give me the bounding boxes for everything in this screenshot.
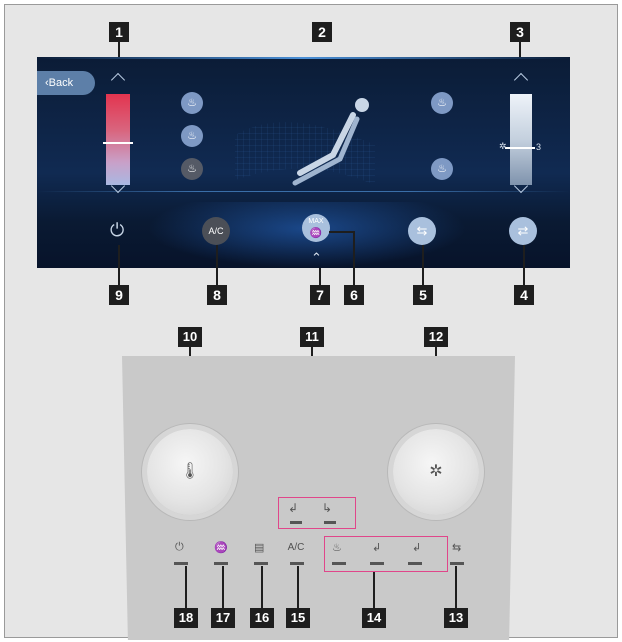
callout-6: 6	[344, 285, 364, 305]
callout-15: 15	[286, 608, 310, 628]
callout-12: 12	[424, 327, 448, 347]
max-defrost-icon[interactable]: ♒	[214, 541, 228, 554]
max-defrost-led	[214, 562, 228, 565]
callout-line-14	[373, 572, 375, 608]
fan-level-value: 3	[536, 142, 542, 152]
temp-up-icon[interactable]	[110, 72, 126, 88]
recirculation-led	[450, 562, 464, 565]
fan-icon: ✲	[499, 141, 507, 151]
recirculation-button[interactable]: ⇆	[408, 217, 436, 245]
seat-ventilation-led	[332, 562, 346, 565]
seat-heating-led	[370, 562, 384, 565]
seat-ventilation-icon[interactable]: ♨	[332, 541, 342, 554]
callout-17: 17	[211, 608, 235, 628]
callout-4: 4	[514, 285, 534, 305]
callout-10: 10	[178, 327, 202, 347]
callout-line-5	[422, 245, 424, 285]
callout-11: 11	[300, 327, 324, 347]
seat-heating-right-icon[interactable]: ♨	[431, 92, 453, 114]
temperature-knob[interactable]: 🌡	[147, 429, 233, 515]
callout-line-4	[523, 245, 525, 285]
ac-button[interactable]: A/C	[202, 217, 230, 245]
callout-line-8	[216, 245, 218, 285]
highlight-seat-row	[324, 536, 448, 572]
callout-3: 3	[510, 22, 530, 42]
seat-ventilation-icon[interactable]: ♨	[181, 158, 203, 180]
fan-icon: ✲	[429, 463, 443, 480]
callout-line-6	[353, 232, 355, 285]
max-label: MAX	[308, 218, 324, 225]
seat-heating-rear-icon[interactable]: ↲	[412, 541, 421, 554]
callout-line-7	[319, 268, 321, 285]
seat-heating-icon[interactable]: ↲	[372, 541, 381, 554]
seat-heating-driver-icon[interactable]: ↲	[288, 501, 298, 515]
callout-14: 14	[362, 608, 386, 628]
fan-speed-knob[interactable]: ✲	[393, 429, 479, 515]
callout-line-16	[261, 566, 263, 608]
callout-line-15	[297, 566, 299, 608]
max-defrost-button[interactable]: MAX ♒	[302, 214, 330, 242]
callout-16: 16	[250, 608, 274, 628]
thermometer-icon: 🌡	[179, 463, 201, 480]
callout-line-13	[455, 566, 457, 608]
callout-line-18	[185, 566, 187, 608]
callout-line-9	[118, 245, 120, 285]
power-icon[interactable]: ⏻	[175, 541, 184, 554]
occupant-head	[355, 98, 369, 112]
fan-up-icon[interactable]	[513, 72, 529, 88]
seat-heating-rear-led	[408, 562, 422, 565]
seat-ventilation-right-icon[interactable]: ♨	[431, 158, 453, 180]
callout-7: 7	[310, 285, 330, 305]
ac-led	[290, 562, 304, 565]
callout-1: 1	[109, 22, 129, 42]
fan-speed-slider[interactable]	[510, 94, 532, 185]
rear-defrost-icon[interactable]: ▤	[254, 541, 264, 554]
temperature-slider[interactable]	[106, 94, 130, 185]
temperature-slider-marker[interactable]	[103, 142, 133, 144]
callout-line-17	[222, 566, 224, 608]
callout-8: 8	[207, 285, 227, 305]
power-icon[interactable]: ⏻	[110, 221, 124, 239]
airflow-direction-icon[interactable]: ⌃	[311, 250, 322, 266]
callout-13: 13	[444, 608, 468, 628]
seat-heating-driver-led	[290, 521, 302, 524]
rear-defrost-led	[254, 562, 268, 565]
callout-5: 5	[413, 285, 433, 305]
climate-touchscreen: ‹Back ♨ ♨ ♨ ♨ ♨ ✲ 3 ⏻ A/C MAX ♒ ⌃ ⇆ ⇄	[37, 57, 570, 268]
fan-speed-marker[interactable]	[505, 147, 535, 149]
seat-heating-passenger-led	[324, 521, 336, 524]
seat-heating-icon[interactable]: ♨	[181, 92, 203, 114]
defrost-icon: ♒	[309, 228, 323, 239]
recirculation-icon[interactable]: ⇆	[452, 541, 461, 554]
callout-18: 18	[174, 608, 198, 628]
callout-line-6-h	[329, 231, 355, 233]
screen-top-accent	[37, 57, 570, 59]
fresh-air-button[interactable]: ⇄	[509, 217, 537, 245]
callout-9: 9	[109, 285, 129, 305]
back-button[interactable]: ‹Back	[37, 71, 95, 95]
seat-heating-level-icon[interactable]: ♨	[181, 125, 203, 147]
seat-airflow-graphic	[235, 98, 375, 186]
callout-2: 2	[312, 22, 332, 42]
ac-button[interactable]: A/C	[281, 542, 311, 553]
seat-heating-passenger-icon[interactable]: ↳	[322, 501, 332, 515]
power-led	[174, 562, 188, 565]
